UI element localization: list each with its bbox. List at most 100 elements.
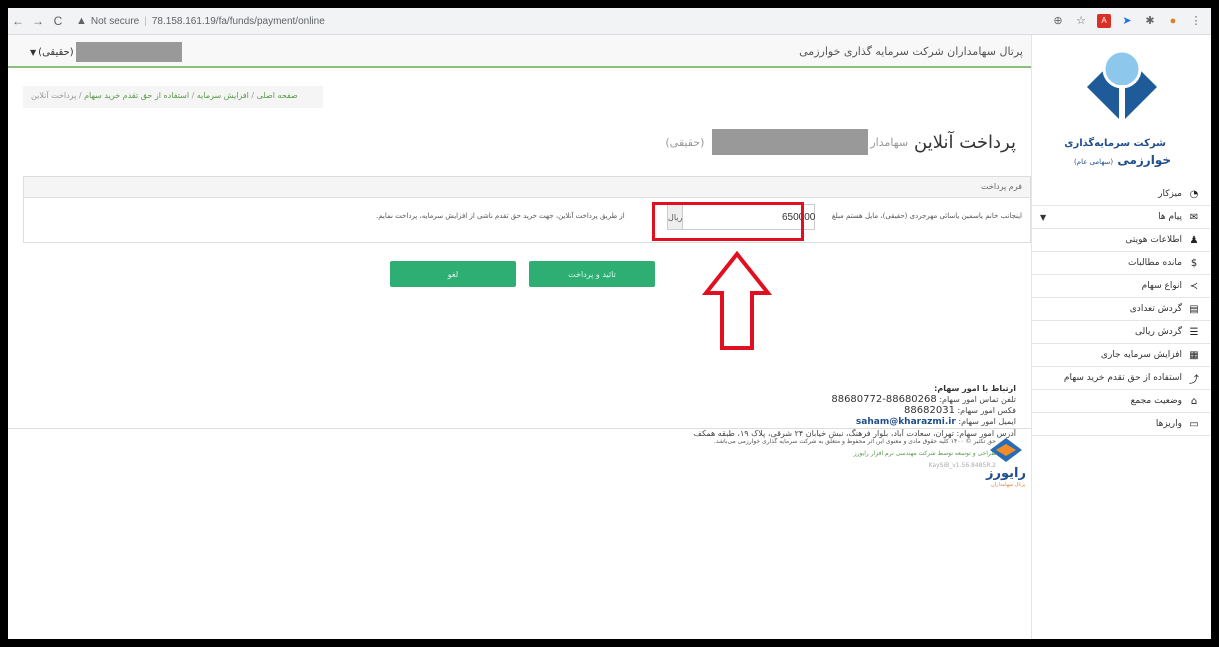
cancel-button[interactable]: لغو bbox=[390, 261, 516, 287]
puzzle-icon[interactable]: ✱ bbox=[1143, 14, 1157, 28]
breadcrumb-current: پرداخت آنلاین bbox=[31, 91, 77, 100]
sidebar-item-label: گردش تعدادی bbox=[1129, 304, 1182, 314]
sidebar-item-label: وضعیت مجمع bbox=[1130, 396, 1182, 406]
address-separator: | bbox=[144, 15, 147, 27]
user-icon: ♟ bbox=[1189, 234, 1199, 246]
sidebar-item-share-types[interactable]: انواع سهام ≺ bbox=[1032, 275, 1211, 298]
confirm-pay-button[interactable]: تائید و پرداخت bbox=[529, 261, 655, 287]
security-label: Not secure bbox=[90, 15, 140, 27]
contact-info: ارتباط با امور سهام: تلفن تماس امور سهام… bbox=[694, 383, 1016, 439]
sidebar-item-label: واریزها bbox=[1155, 419, 1182, 429]
fax-value: 88682031 bbox=[904, 405, 955, 416]
profile-icon[interactable]: ● bbox=[1166, 14, 1180, 28]
warning-icon: ▲ bbox=[76, 15, 87, 27]
email-link[interactable]: saham@kharazmi.ir bbox=[856, 417, 956, 427]
contact-fax-row: فکس امور سهام: 88682031 bbox=[694, 405, 1016, 416]
panel-body: اینجانب خانم یاسمین یاسائی مهرجردی (حقیق… bbox=[24, 198, 1030, 243]
user-menu[interactable]: ▼ (حقیقی) bbox=[30, 42, 182, 62]
url-text: 78.158.161.19/fa/funds/payment/online bbox=[151, 15, 325, 27]
logo: شرکت سرمایه‌گذاری خوارزمی (سهامی عام) bbox=[1032, 35, 1211, 183]
dashboard-icon: ◔ bbox=[1189, 188, 1199, 200]
star-icon[interactable]: ☆ bbox=[1074, 14, 1088, 28]
sidebar-item-receivables[interactable]: مانده مطالبات $ bbox=[1032, 252, 1211, 275]
footer-text: حق تکثیر © ۱۴۰۰ کلیه حقوق مادی و معنوی ا… bbox=[714, 436, 996, 472]
breadcrumb-home[interactable]: صفحه اصلی bbox=[257, 91, 298, 100]
contact-email-row: ایمیل امور سهام: saham@kharazmi.ir bbox=[694, 416, 1016, 428]
caret-down-icon: ▼ bbox=[1040, 212, 1047, 222]
contact-phone-row: تلفن تماس امور سهام: 88680268-88680772 bbox=[694, 394, 1016, 405]
fax-label: فکس امور سهام: bbox=[957, 406, 1016, 415]
breadcrumb-rights[interactable]: استفاده از حق تقدم خرید سهام bbox=[84, 91, 189, 100]
address-bar[interactable]: ▲ Not secure | 78.158.161.19/fa/funds/pa… bbox=[76, 15, 325, 27]
phone-value: 88680268-88680772 bbox=[831, 394, 937, 405]
sidebar-item-rial-turnover[interactable]: گردش ریالی ☰ bbox=[1032, 321, 1211, 344]
share-icon: ≺ bbox=[1189, 280, 1199, 292]
form-sentence-after: از طریق پرداخت آنلاین، جهت خرید حق تقدم … bbox=[376, 212, 625, 220]
caret-down-icon: ▼ bbox=[30, 47, 37, 57]
top-navbar: ▼ (حقیقی) پرتال سهامداران شرکت سرمایه گذ… bbox=[8, 35, 1031, 68]
more-icon[interactable]: ⋮ bbox=[1189, 14, 1203, 28]
sidebar-item-count-turnover[interactable]: گردش تعدادی ▤ bbox=[1032, 298, 1211, 321]
version-text: KaySiB_v1.56.8485R.2 bbox=[928, 462, 996, 469]
sidebar-item-label: مانده مطالبات bbox=[1128, 258, 1182, 268]
highlight-box bbox=[652, 202, 804, 241]
rayvarz-logo-icon bbox=[990, 438, 1022, 462]
chart-icon: ⤴ bbox=[1189, 374, 1199, 386]
back-icon[interactable]: ← bbox=[8, 14, 28, 28]
sidebar-item-label: میزکار bbox=[1158, 189, 1182, 199]
payment-form-panel: فرم پرداخت اینجانب خانم یاسمین یاسائی مه… bbox=[23, 176, 1031, 243]
logo-name: خوارزمی bbox=[1117, 153, 1171, 167]
screen: ← → C ▲ Not secure | 78.158.161.19/fa/fu… bbox=[8, 8, 1211, 639]
sidebar: شرکت سرمایه‌گذاری خوارزمی (سهامی عام) می… bbox=[1031, 35, 1211, 639]
extension-icon[interactable]: ➤ bbox=[1120, 14, 1134, 28]
logo-name-line: خوارزمی (سهامی عام) bbox=[1074, 153, 1171, 167]
pdf-extension-icon[interactable]: A bbox=[1097, 14, 1111, 28]
page-title: پرداخت آنلاین سهامدار (حقیقی) bbox=[665, 129, 1016, 155]
extensions-bar: ⊕ ☆ A ➤ ✱ ● ⋮ bbox=[1051, 14, 1203, 28]
sidebar-item-messages[interactable]: ▼ پیام ها ✉ bbox=[1032, 206, 1211, 229]
browser-toolbar: ← → C ▲ Not secure | 78.158.161.19/fa/fu… bbox=[8, 8, 1211, 35]
redacted-username bbox=[75, 42, 182, 62]
design-credit[interactable]: طراحی و توسعه توسط شرکت مهندسی نرم افزار… bbox=[714, 448, 996, 460]
logo-company-line: شرکت سرمایه‌گذاری bbox=[1064, 138, 1166, 149]
redacted-shareholder-name bbox=[712, 129, 869, 155]
sidebar-item-capital-increase[interactable]: افزایش سرمایه جاری ▦ bbox=[1032, 344, 1211, 367]
sidebar-item-identity[interactable]: اطلاعات هویتی ♟ bbox=[1032, 229, 1211, 252]
copyright-text: حق تکثیر © ۱۴۰۰ کلیه حقوق مادی و معنوی ا… bbox=[713, 438, 996, 445]
rayvarz-brand: رایورز bbox=[986, 466, 1026, 481]
portal-title: پرتال سهامداران شرکت سرمایه گذاری خوارزم… bbox=[799, 45, 1023, 58]
sidebar-item-deposits[interactable]: واریزها ▭ bbox=[1032, 413, 1211, 436]
page-subtitle-suffix: (حقیقی) bbox=[665, 135, 705, 149]
breadcrumb-capital[interactable]: افزایش سرمایه bbox=[197, 91, 249, 100]
sidebar-item-label: انواع سهام bbox=[1141, 281, 1182, 291]
logo-suffix: (سهامی عام) bbox=[1074, 158, 1114, 166]
sidebar-item-dashboard[interactable]: میزکار ◔ bbox=[1032, 183, 1211, 206]
sidebar-item-label: گردش ریالی bbox=[1135, 327, 1182, 337]
bank-icon: ⌂ bbox=[1190, 395, 1198, 407]
sidebar-item-assembly[interactable]: وضعیت مجمع ⌂ bbox=[1032, 390, 1211, 413]
email-label: ایمیل امور سهام: bbox=[958, 417, 1016, 426]
translate-icon[interactable]: ⊕ bbox=[1051, 14, 1065, 28]
sidebar-item-label: اطلاعات هویتی bbox=[1125, 235, 1182, 245]
list-alt-icon: ▤ bbox=[1189, 303, 1199, 315]
sidebar-item-label: استفاده از حق تقدم خرید سهام bbox=[1063, 373, 1182, 383]
sidebar-item-rights[interactable]: استفاده از حق تقدم خرید سهام ⤴ bbox=[1032, 367, 1211, 390]
reload-icon[interactable]: C bbox=[48, 14, 68, 28]
form-sentence-before: اینجانب خانم یاسمین یاسائی مهرجردی (حقیق… bbox=[831, 212, 1022, 220]
card-icon: ▭ bbox=[1189, 418, 1199, 430]
forward-icon[interactable]: → bbox=[28, 14, 48, 28]
dollar-icon: $ bbox=[1190, 257, 1198, 269]
arrow-up-icon bbox=[702, 251, 772, 350]
sidebar-item-label: پیام ها bbox=[1158, 212, 1182, 222]
envelope-icon: ✉ bbox=[1189, 211, 1199, 223]
kharazmi-logo-icon bbox=[1087, 49, 1157, 123]
breadcrumb: صفحه اصلی / افزایش سرمایه / استفاده از ح… bbox=[23, 86, 323, 108]
sidebar-item-label: افزایش سرمایه جاری bbox=[1100, 350, 1182, 360]
panel-title: فرم پرداخت bbox=[24, 177, 1030, 198]
phone-label: تلفن تماس امور سهام: bbox=[939, 395, 1016, 404]
rayvarz-subtitle: پرتال سهامداران bbox=[991, 482, 1026, 488]
contact-title: ارتباط با امور سهام: bbox=[934, 384, 1016, 393]
footer-divider bbox=[8, 428, 1031, 429]
page-subtitle-prefix: سهامدار bbox=[870, 135, 909, 149]
user-type: (حقیقی) bbox=[38, 46, 74, 58]
